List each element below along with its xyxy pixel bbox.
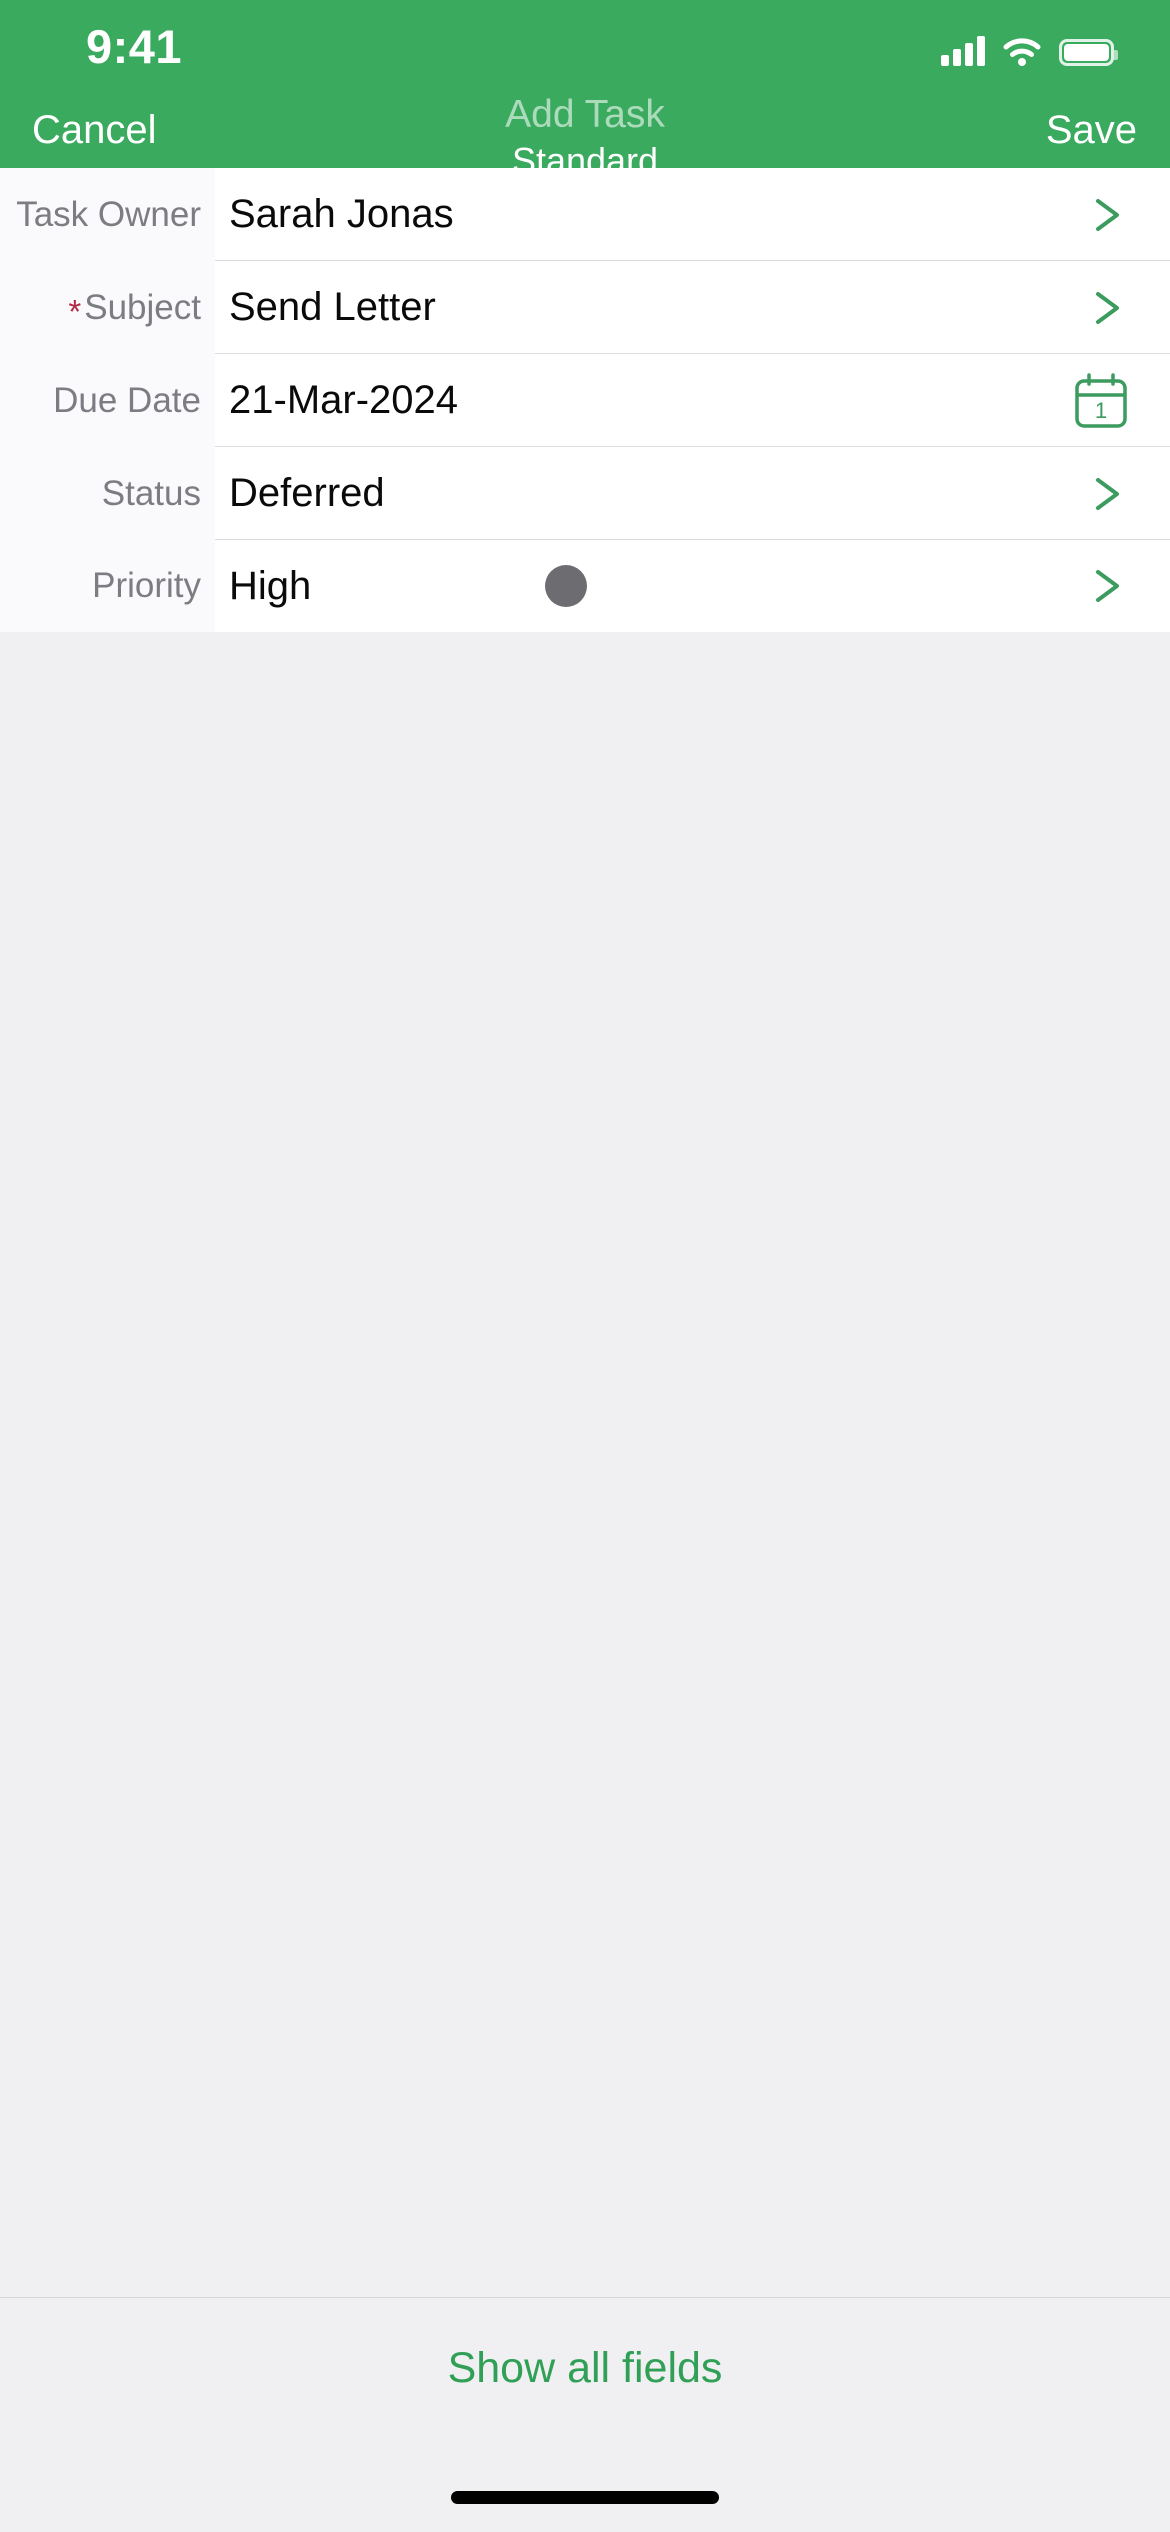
chevron-right-icon[interactable]	[1092, 195, 1126, 235]
page-title: Add Task	[505, 93, 665, 136]
field-label-status: Status	[0, 447, 215, 540]
field-value-priority[interactable]: High	[229, 540, 311, 632]
form-row-subject[interactable]: * Subject Send Letter	[0, 261, 1170, 354]
chevron-right-icon[interactable]	[1092, 474, 1126, 514]
field-label-priority: Priority	[0, 540, 215, 632]
status-bar-icons	[941, 30, 1118, 66]
field-value-task-owner[interactable]: Sarah Jonas	[229, 168, 454, 261]
priority-indicator-dot	[545, 565, 587, 607]
form-row-task-owner[interactable]: Task Owner Sarah Jonas	[0, 168, 1170, 261]
calendar-day-number: 1	[1095, 398, 1107, 423]
cancel-button[interactable]: Cancel	[32, 106, 157, 154]
header-bar: 9:41 Cancel Add Task Standard Save	[0, 0, 1170, 181]
field-label-text: Priority	[92, 566, 201, 605]
save-button[interactable]: Save	[1046, 106, 1137, 154]
home-indicator	[451, 2491, 719, 2504]
footer-bar: Show all fields	[0, 2297, 1170, 2532]
field-label-text: Due Date	[53, 380, 201, 420]
status-bar: 9:41	[0, 0, 1170, 92]
field-value-due-date[interactable]: 21-Mar-2024	[229, 354, 458, 447]
field-value-status[interactable]: Deferred	[229, 447, 385, 540]
signal-bars-icon	[941, 36, 985, 66]
navigation-bar: Cancel Add Task Standard Save	[0, 92, 1170, 181]
task-form: Task Owner Sarah Jonas * Subject Send Le…	[0, 168, 1170, 632]
field-label-task-owner: Task Owner	[0, 168, 215, 261]
field-label-subject: * Subject	[0, 261, 215, 354]
chevron-right-icon[interactable]	[1092, 288, 1126, 328]
calendar-icon[interactable]: 1	[1070, 370, 1132, 432]
field-label-text: Status	[101, 473, 201, 513]
form-row-priority[interactable]: Priority High	[0, 540, 1170, 632]
show-all-fields-button[interactable]: Show all fields	[0, 2298, 1170, 2438]
field-label-text: Task Owner	[16, 194, 201, 234]
form-row-due-date[interactable]: Due Date 21-Mar-2024 1	[0, 354, 1170, 447]
field-value-subject[interactable]: Send Letter	[229, 261, 436, 354]
battery-icon	[1059, 39, 1118, 66]
field-label-due-date: Due Date	[0, 354, 215, 447]
field-label-text: Subject	[84, 287, 201, 327]
empty-content-area	[0, 632, 1170, 2297]
app-screen: 9:41 Cancel Add Task Standard Save Task …	[0, 0, 1170, 2532]
form-row-status[interactable]: Status Deferred	[0, 447, 1170, 540]
chevron-right-icon[interactable]	[1092, 566, 1126, 606]
status-bar-time: 9:41	[86, 20, 183, 73]
wifi-icon	[1002, 36, 1042, 66]
required-asterisk-icon: *	[68, 293, 82, 330]
